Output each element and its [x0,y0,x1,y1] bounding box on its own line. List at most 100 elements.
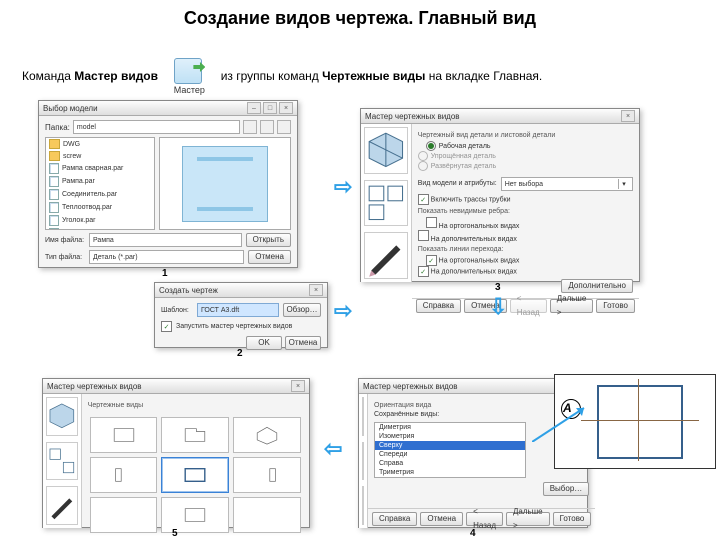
list-item[interactable]: Уголок.par [46,214,154,227]
view-cell[interactable] [90,457,158,493]
list-item[interactable]: Теплоотвод.par [46,201,154,214]
close-button[interactable]: × [621,110,635,122]
folder-icon [49,139,60,149]
radio-simplified [418,151,428,161]
iso-thumb [362,397,364,436]
cl-aux-checkbox[interactable]: ✓ [418,266,429,277]
edge-ortho-checkbox[interactable] [426,217,437,228]
finish-button[interactable]: Готово [596,299,635,313]
preview-pane [159,137,291,230]
folder-field[interactable]: model [73,120,240,134]
view-cell[interactable] [233,417,301,453]
next-button[interactable]: Дальше > [550,299,594,313]
max-button[interactable]: □ [263,102,277,114]
pencil-thumb [362,486,364,525]
views-thumb [362,442,364,481]
d3-heading: Чертежный вид детали и листовой детали [418,132,633,139]
tools-icon[interactable] [277,120,291,134]
filename-label: Имя файла: [45,237,85,244]
flow-arrow-right: ⇨ [334,300,352,322]
back-button[interactable]: < Назад [466,512,503,526]
up-folder-icon[interactable] [243,120,257,134]
dialog-wizard-layout: Мастер чертежных видов × Чертежные виды [42,378,310,528]
wizard-preview-pane [361,124,412,282]
edges-heading: Показать невидимые ребра: [418,208,633,215]
view-cell[interactable] [161,417,229,453]
dialog3-title: Мастер чертежных видов [365,112,619,121]
step-label-4: 4 [470,528,476,539]
bend-select[interactable]: Нет выбора▾ [501,177,633,191]
view-cell[interactable] [90,417,158,453]
browse-button[interactable]: Обзор… [283,303,321,317]
flow-arrow-left: ⇦ [324,438,342,460]
cancel-button[interactable]: Отмена [285,336,321,350]
view-cell-selected[interactable] [161,457,229,493]
views-layout-grid [88,411,303,539]
file-list[interactable]: DWG screw Рампа сварная.par Рампа.par Со… [45,137,155,230]
advanced-button[interactable]: Дополнительно [561,279,633,293]
file-icon [49,228,59,230]
dialog-open-model: Выбор модели – □ × Папка: model DWG scre… [38,100,298,268]
filetype-select[interactable]: Деталь (*.par) [89,250,244,264]
chevron-down-icon: ▾ [618,179,629,189]
template-label: Шаблон: [161,307,193,314]
list-item[interactable]: Рампа.par [46,175,154,188]
orientation-option[interactable]: Сверху [375,441,525,450]
list-item[interactable]: Рампа сварная.par [46,162,154,175]
view-icon[interactable] [260,120,274,134]
radio-flat [418,161,428,171]
step-label-5: 5 [172,528,178,539]
filename-input[interactable]: Рампа [89,233,242,247]
orientation-option[interactable]: Справа [375,459,525,468]
close-button[interactable]: × [279,102,293,114]
cl-ortho-checkbox[interactable]: ✓ [426,255,437,266]
launch-wizard-checkbox[interactable]: ✓ [161,321,172,332]
list-item[interactable]: Шкив Zero.par [46,227,154,230]
launch-wizard-label: Запустить мастер чертежных видов [176,323,292,330]
min-button[interactable]: – [247,102,261,114]
template-input[interactable]: ГОСТ A3.dft [197,303,279,317]
wizard-preview-pane [43,394,82,528]
orientation-list[interactable]: Диметрия Изометрия Сверху Спереди Справа… [374,422,526,478]
orientation-option[interactable]: Триметрия [375,468,525,477]
dialog1-title: Выбор модели [43,104,245,113]
help-button[interactable]: Справка [372,512,417,526]
step-label-3: 3 [495,282,501,293]
next-button[interactable]: Дальше > [506,512,550,526]
file-icon [49,176,59,187]
orientation-option[interactable]: Диметрия [375,423,525,432]
file-icon [49,202,59,213]
iso-thumb [46,397,78,436]
page-title: Создание видов чертежа. Главный вид [0,8,720,29]
tube-traces-checkbox[interactable]: ✓ [418,194,429,205]
orientation-option[interactable]: Изометрия [375,432,525,441]
cancel-button[interactable]: Отмена [420,512,463,526]
dialog5-title: Мастер чертежных видов [47,382,289,391]
edge-aux-checkbox[interactable] [418,230,429,241]
view-cell[interactable] [233,457,301,493]
dialog2-title: Создать чертеж [159,286,307,295]
close-button[interactable]: × [309,284,323,296]
step-label-1: 1 [162,268,168,279]
view-cell[interactable] [90,497,158,533]
folder-label: Папка: [45,123,70,132]
custom-orientation-button[interactable]: Выбор… [543,482,590,496]
dialog-create-drawing: Создать чертеж × Шаблон: ГОСТ A3.dft Обз… [154,282,328,348]
dialog-wizard-options: Мастер чертежных видов × Чертежный вид д… [360,108,640,282]
close-button[interactable]: × [291,380,305,392]
view-cell[interactable] [233,497,301,533]
cancel-button[interactable]: Отмена [248,250,291,264]
list-item[interactable]: Соединитель.par [46,188,154,201]
ok-button[interactable]: OK [246,336,282,350]
radio-working-part[interactable] [426,141,436,151]
help-button[interactable]: Справка [416,299,461,313]
view-outline [597,385,683,459]
list-item[interactable]: screw [46,150,154,162]
finish-button[interactable]: Готово [553,512,592,526]
open-button[interactable]: Открыть [246,233,291,247]
list-item[interactable]: DWG [46,138,154,150]
views-thumb [364,180,408,227]
pencil-thumb [46,486,78,525]
d5-heading: Чертежные виды [88,402,303,409]
orientation-option[interactable]: Спереди [375,450,525,459]
